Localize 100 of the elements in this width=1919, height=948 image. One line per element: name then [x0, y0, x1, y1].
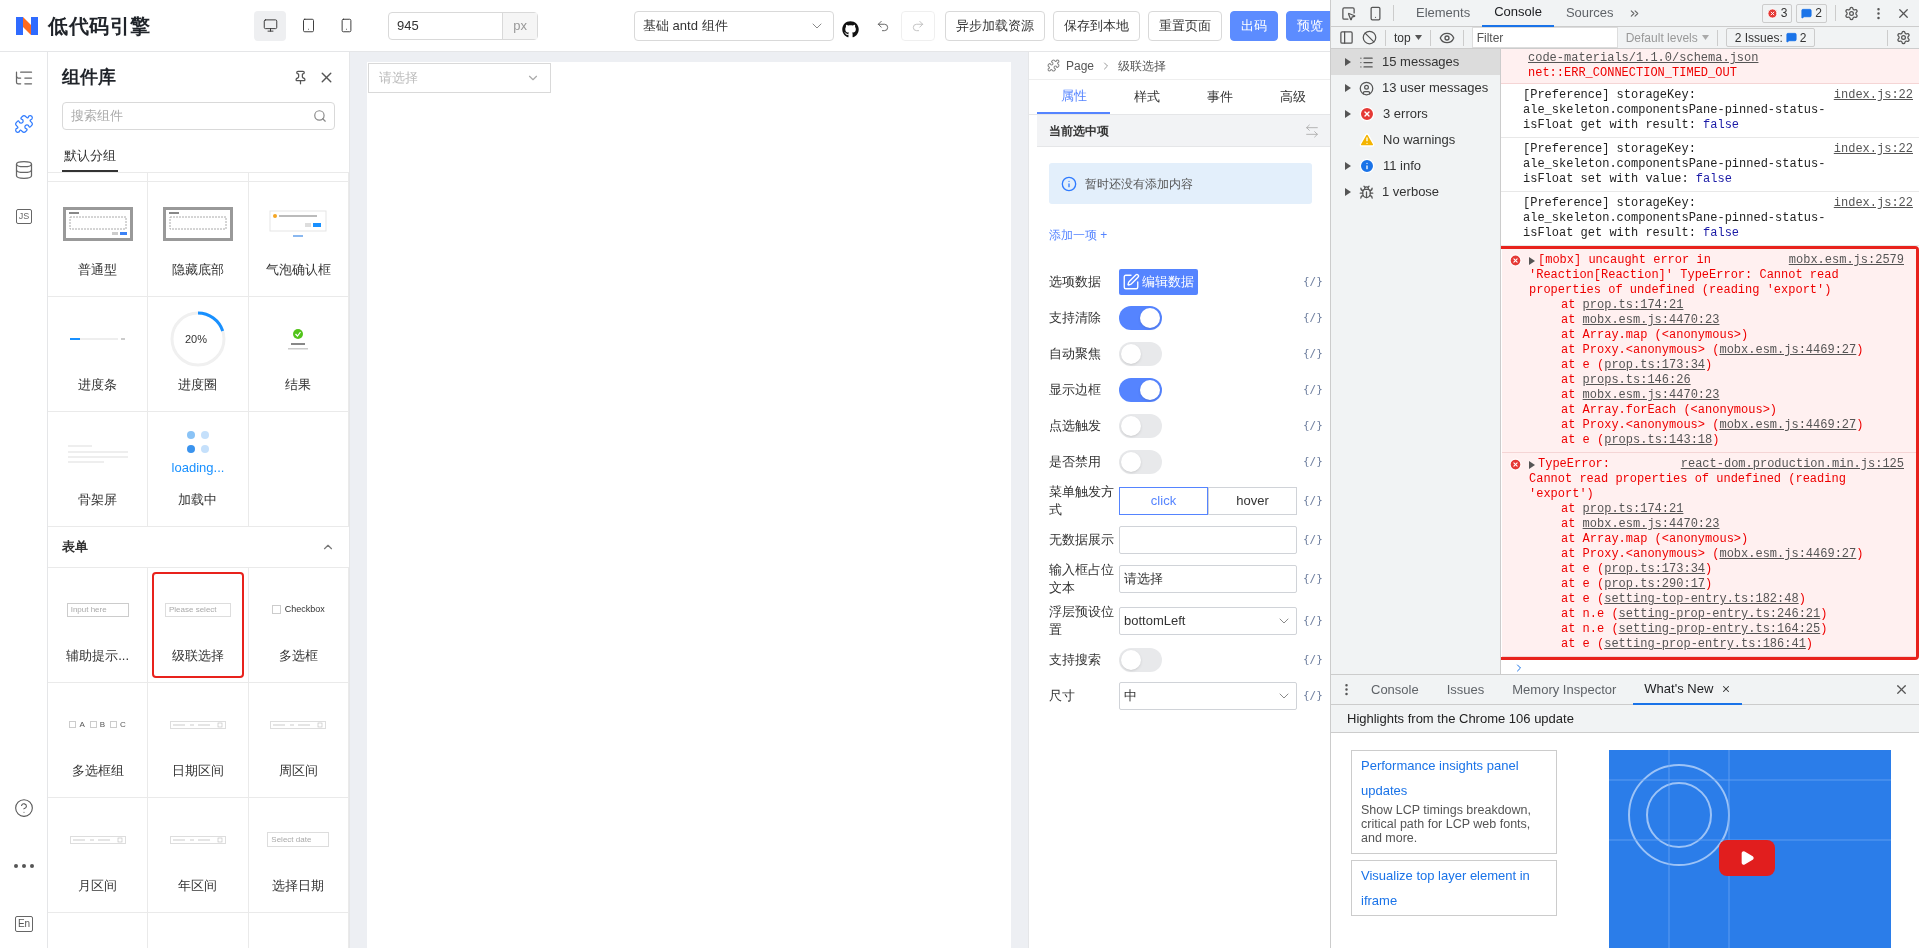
- component-card[interactable]: Please select 级联选择: [152, 571, 244, 678]
- component-card[interactable]: Checkbox 多选框: [252, 571, 344, 678]
- devtools-tab[interactable]: Sources: [1553, 0, 1626, 27]
- breadcrumb-item[interactable]: Page: [1066, 56, 1095, 75]
- variable-toggle[interactable]: {/}: [1303, 492, 1323, 510]
- close-drawer-icon[interactable]: [1894, 682, 1909, 697]
- variable-toggle[interactable]: {/}: [1303, 273, 1323, 291]
- source-link[interactable]: prop.ts:173:34: [1604, 358, 1706, 372]
- feature-card[interactable]: Performance insights panel updates Show LCP timings breakdown, critical path for LCP web fonts, and more.: [1351, 750, 1557, 854]
- source-link[interactable]: mobx.esm.js:4469:27: [1719, 547, 1857, 561]
- component-card[interactable]: A B C 多选框组: [52, 686, 144, 793]
- segmented-option[interactable]: click: [1119, 487, 1208, 515]
- sidebar-item[interactable]: 11 info: [1331, 153, 1500, 179]
- expand-arrow-icon[interactable]: [1345, 84, 1351, 92]
- select-field[interactable]: bottomLeft: [1119, 607, 1297, 635]
- component-card[interactable]: 年区间: [152, 801, 244, 908]
- close-tab-icon[interactable]: [1721, 683, 1732, 694]
- toggle-switch[interactable]: [1119, 414, 1162, 438]
- devtools-tab[interactable]: Elements: [1404, 0, 1483, 27]
- variable-toggle[interactable]: {/}: [1303, 309, 1323, 327]
- component-card[interactable]: 20% 进度圈: [152, 300, 244, 407]
- feature-title[interactable]: Visualize top layer element in iframe: [1361, 863, 1547, 913]
- settings-tab[interactable]: 样式: [1110, 80, 1184, 114]
- error-counter[interactable]: 3: [1761, 3, 1793, 23]
- issues-button[interactable]: 2 Issues: 2: [1725, 28, 1816, 47]
- sidebar-item[interactable]: 13 user messages: [1331, 75, 1500, 101]
- drawer-tab[interactable]: Issues: [1435, 674, 1496, 705]
- drawer-tab[interactable]: Memory Inspector: [1501, 674, 1628, 705]
- segmented-option[interactable]: hover: [1208, 487, 1297, 515]
- toolbar-button[interactable]: 异步加载资源: [945, 10, 1045, 41]
- source-link[interactable]: mobx.esm.js:4469:27: [1719, 418, 1857, 432]
- expand-arrow-icon[interactable]: [1529, 460, 1535, 469]
- sidebar-item[interactable]: 1 verbose: [1331, 179, 1500, 205]
- width-field[interactable]: 945: [389, 15, 503, 36]
- search-field[interactable]: 搜索组件: [62, 101, 335, 130]
- clear-console-icon[interactable]: [1362, 30, 1377, 45]
- source-link[interactable]: index.js:22: [1833, 196, 1913, 211]
- toolbar-button[interactable]: 重置页面: [1148, 10, 1222, 41]
- expand-arrow-icon[interactable]: [1529, 256, 1535, 265]
- filter-field[interactable]: Filter: [1471, 27, 1618, 48]
- component-card[interactable]: Input here 辅助提示...: [52, 571, 144, 678]
- group-tab[interactable]: 默认分组: [62, 141, 118, 172]
- source-link[interactable]: mobx.esm.js:4469:27: [1719, 343, 1857, 357]
- variable-toggle[interactable]: {/}: [1303, 687, 1323, 705]
- feature-title[interactable]: Performance insights panel updates: [1361, 753, 1547, 803]
- preset-select[interactable]: 基础 antd 组件: [634, 10, 834, 41]
- source-link[interactable]: props.ts:146:26: [1582, 373, 1691, 387]
- settings-tab[interactable]: 事件: [1183, 80, 1257, 114]
- variable-toggle[interactable]: {/}: [1303, 381, 1323, 399]
- settings-tab[interactable]: 高级: [1256, 80, 1330, 114]
- component-card[interactable]: 周区间: [252, 686, 344, 793]
- video-thumbnail[interactable]: [1609, 750, 1891, 948]
- sidebar-item[interactable]: No warnings: [1331, 127, 1500, 153]
- toggle-switch[interactable]: [1119, 306, 1162, 330]
- source-link[interactable]: setting-prop-entry.ts:186:41: [1604, 637, 1806, 651]
- group-header[interactable]: 表单: [48, 526, 349, 568]
- toggle-switch[interactable]: [1119, 342, 1162, 366]
- component-card[interactable]: 气泡确认框: [252, 185, 344, 292]
- component-card[interactable]: 进度条: [52, 300, 144, 407]
- source-link[interactable]: mobx.esm.js:4470:23: [1582, 388, 1720, 402]
- source-link[interactable]: mobx.esm.js:2579: [1788, 253, 1904, 268]
- pin-icon[interactable]: [293, 70, 308, 86]
- expand-arrow-icon[interactable]: [1345, 188, 1351, 196]
- source-link[interactable]: prop.ts:173:34: [1604, 562, 1706, 576]
- context-select[interactable]: top: [1394, 28, 1422, 47]
- component-card[interactable]: 结果: [252, 300, 344, 407]
- source-link[interactable]: index.js:22: [1833, 88, 1913, 103]
- source-link[interactable]: prop.ts:174:21: [1582, 298, 1684, 312]
- component-card[interactable]: 日期区间: [152, 686, 244, 793]
- sidebar-toggle-icon[interactable]: [1339, 30, 1354, 45]
- source-link[interactable]: prop.ts:174:21: [1582, 502, 1684, 516]
- source-link[interactable]: mobx.esm.js:4470:23: [1582, 313, 1720, 327]
- component-card[interactable]: 月区间: [52, 801, 144, 908]
- toggle-switch[interactable]: [1119, 648, 1162, 672]
- component-card[interactable]: loading... 加载中: [152, 415, 244, 522]
- settings-icon[interactable]: [1896, 30, 1911, 45]
- expand-arrow-icon[interactable]: [1345, 58, 1351, 66]
- component-card[interactable]: 骨架屏: [52, 415, 144, 522]
- variable-toggle[interactable]: {/}: [1303, 570, 1323, 588]
- device-button[interactable]: [254, 10, 286, 41]
- toggle-switch[interactable]: [1119, 378, 1162, 402]
- rail-button[interactable]: JS: [0, 194, 48, 238]
- source-link[interactable]: react-dom.production.min.js:125: [1680, 457, 1904, 472]
- select-field[interactable]: 中: [1119, 682, 1297, 710]
- toggle-switch[interactable]: [1119, 450, 1162, 474]
- breadcrumb-item[interactable]: 级联选择: [1118, 56, 1167, 75]
- variable-toggle[interactable]: {/}: [1303, 345, 1323, 363]
- add-item-link[interactable]: 添加一项 +: [1049, 226, 1108, 244]
- source-link[interactable]: setting-top-entry.ts:182:48: [1604, 592, 1799, 606]
- expand-arrow-icon[interactable]: [1345, 162, 1351, 170]
- source-link[interactable]: mobx.esm.js:4470:23: [1582, 517, 1720, 531]
- text-field[interactable]: 请选择: [1119, 565, 1297, 593]
- drawer-tab[interactable]: Console: [1360, 674, 1430, 705]
- source-link[interactable]: props.ts:143:18: [1604, 433, 1713, 447]
- settings-icon[interactable]: [1844, 5, 1859, 21]
- variable-toggle[interactable]: {/}: [1303, 612, 1323, 630]
- variable-toggle[interactable]: {/}: [1303, 651, 1323, 669]
- source-link[interactable]: code-materials/1.1.0/schema.json: [1528, 51, 1759, 66]
- device-toggle-icon[interactable]: [1368, 5, 1383, 21]
- variable-toggle[interactable]: {/}: [1303, 417, 1323, 435]
